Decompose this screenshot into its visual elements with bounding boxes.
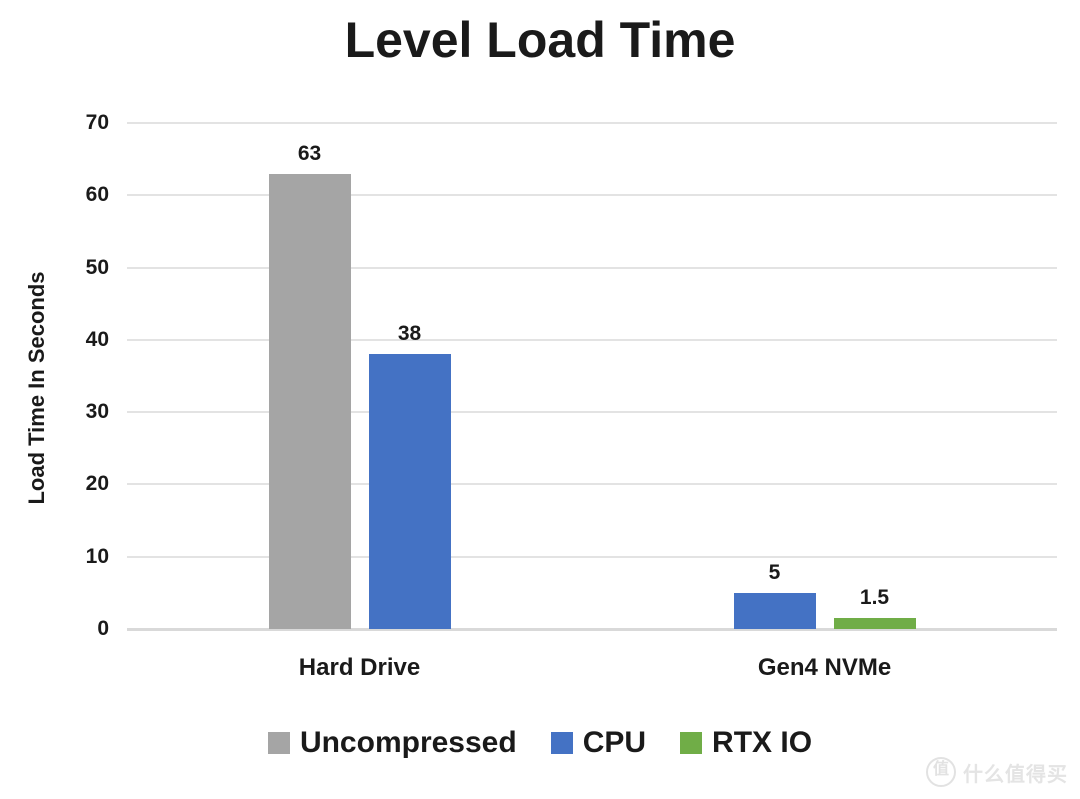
watermark-text: 什么值得买 xyxy=(963,763,1068,786)
chart-container: Level Load Time Load Time In Seconds 0 10… xyxy=(0,0,1080,799)
chart-legend: Uncompressed CPU RTX IO xyxy=(0,728,1080,758)
y-axis-tick: 0 xyxy=(97,617,109,640)
y-axis-tick: 70 xyxy=(85,111,109,134)
bar-value-label: 63 xyxy=(297,141,322,165)
bar-rtx-io-gen4-nvme[interactable] xyxy=(833,618,916,629)
gridline xyxy=(127,628,1057,631)
gridline xyxy=(127,338,1057,341)
legend-label: CPU xyxy=(582,726,647,759)
gridline xyxy=(127,266,1057,269)
legend-label: Uncompressed xyxy=(299,726,517,759)
legend-item-uncompressed[interactable]: Uncompressed xyxy=(267,726,517,759)
bar-value-label: 1.5 xyxy=(859,586,890,610)
y-axis-tick: 20 xyxy=(85,472,109,496)
gridline xyxy=(127,122,1057,124)
x-axis-category-hard-drive: Hard Drive xyxy=(298,654,421,681)
gridline xyxy=(127,194,1057,197)
y-axis-tick-labels: 0 10 20 30 40 50 60 70 xyxy=(47,111,109,640)
bar-value-label: 5 xyxy=(768,560,781,584)
legend-swatch-icon xyxy=(550,732,573,754)
legend-label: RTX IO xyxy=(712,726,813,759)
y-axis-tick: 10 xyxy=(85,544,109,568)
y-axis-tick: 60 xyxy=(85,183,109,207)
legend-swatch-icon xyxy=(267,732,290,754)
watermark: 值 什么值得买 xyxy=(926,757,1068,787)
watermark-logo-icon: 值 xyxy=(926,757,956,787)
x-axis-category-gen4-nvme: Gen4 NVMe xyxy=(757,654,892,681)
bar-cpu-hard-drive[interactable] xyxy=(368,354,451,629)
legend-item-rtx-io[interactable]: RTX IO xyxy=(680,728,812,758)
bar-value-label: 38 xyxy=(397,322,422,346)
chart-title: Level Load Time xyxy=(344,12,736,68)
y-axis-tick: 50 xyxy=(85,255,109,279)
legend-swatch-icon xyxy=(680,732,703,754)
gridline xyxy=(127,411,1057,414)
gridline xyxy=(127,555,1057,558)
y-axis-tick: 40 xyxy=(85,327,109,351)
bar-cpu-gen4-nvme[interactable] xyxy=(733,592,816,629)
plot-area: 63 38 5 1.5 xyxy=(127,122,1057,631)
bar-uncompressed-hard-drive[interactable] xyxy=(268,173,351,629)
gridline xyxy=(127,483,1057,486)
y-axis-tick: 30 xyxy=(85,400,109,424)
legend-item-cpu[interactable]: CPU xyxy=(550,726,647,759)
